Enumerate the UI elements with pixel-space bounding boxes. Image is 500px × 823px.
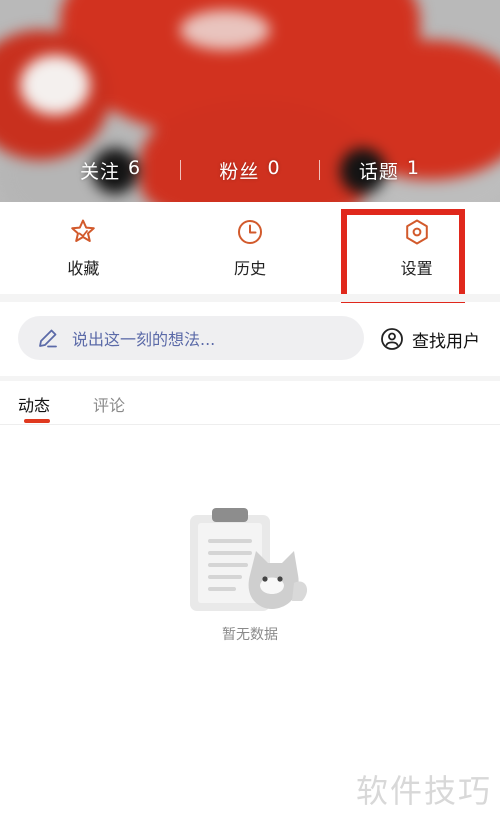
tab-activity[interactable]: 动态 [18, 392, 50, 416]
find-user-label: 查找用户 [412, 331, 480, 352]
user-search-icon [381, 328, 403, 350]
history-label: 历史 [234, 259, 267, 278]
stat-divider [179, 160, 181, 180]
settings-icon [405, 219, 428, 245]
stat-divider [319, 160, 321, 180]
favorites-label: 收藏 [67, 259, 100, 278]
star-icon [71, 219, 96, 242]
settings-button[interactable]: 设置 [333, 202, 500, 294]
watermark: 软件技巧 [356, 772, 493, 810]
content-tabs: 动态 评论 [0, 388, 500, 424]
stat-followers-value: 0 [267, 156, 281, 179]
profile-stats: 关注 6 粉丝 0 话题 1 [0, 152, 500, 188]
stat-following[interactable]: 关注 6 [80, 157, 141, 184]
stat-following-label: 关注 [80, 160, 121, 183]
section-divider [0, 376, 500, 381]
empty-state-clipboard-fox-illustration [190, 508, 308, 611]
quick-actions: 收藏 历史 设置 [0, 202, 500, 294]
pencil-icon [39, 329, 57, 348]
history-button[interactable]: 历史 [167, 202, 334, 294]
stat-topics-label: 话题 [358, 160, 399, 183]
tabs-divider [0, 424, 500, 425]
stat-topics[interactable]: 话题 1 [359, 157, 420, 184]
section-divider [0, 294, 500, 302]
stat-followers-label: 粉丝 [219, 160, 260, 183]
clock-icon [238, 220, 262, 244]
find-user-button[interactable]: 查找用户 [380, 322, 480, 356]
composer-placeholder: 说出这一刻的想法... [72, 330, 216, 349]
settings-label: 设置 [400, 259, 433, 278]
profile-banner: 关注 6 粉丝 0 话题 1 [0, 0, 500, 202]
stat-followers[interactable]: 粉丝 0 [219, 157, 280, 184]
empty-state-text: 暂无数据 [222, 627, 278, 643]
tab-comments[interactable]: 评论 [93, 392, 125, 416]
active-tab-indicator [24, 419, 50, 423]
stat-topics-value: 1 [406, 156, 420, 179]
favorites-button[interactable]: 收藏 [0, 202, 167, 294]
post-composer-input[interactable]: 说出这一刻的想法... [18, 316, 364, 360]
stat-following-value: 6 [128, 156, 142, 179]
